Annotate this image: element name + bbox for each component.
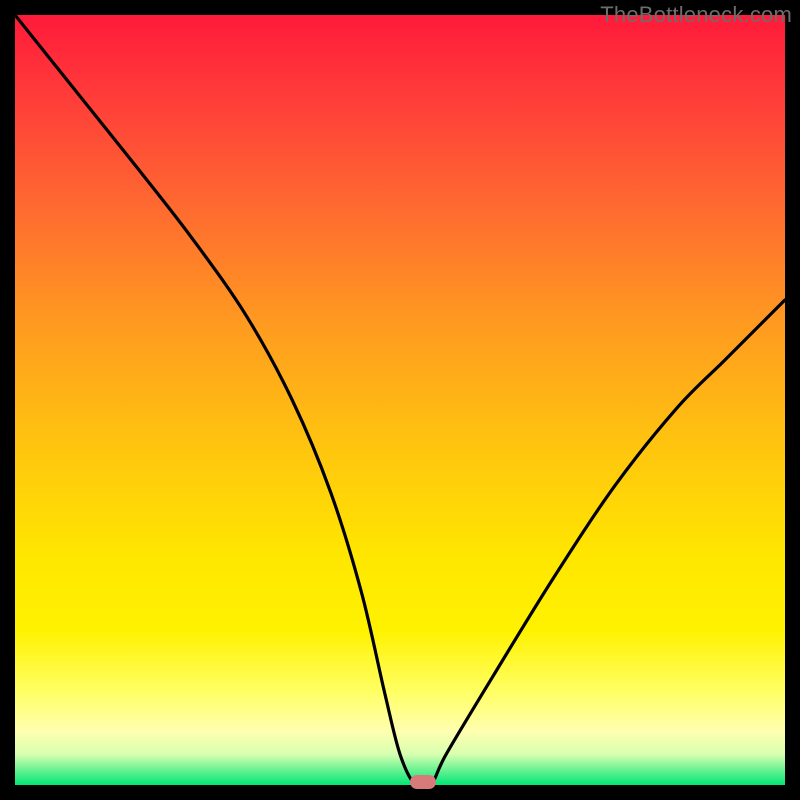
bottleneck-curve [15,15,785,785]
watermark-text: TheBottleneck.com [600,2,792,28]
optimal-point-marker [410,775,436,789]
chart-container: TheBottleneck.com [0,0,800,800]
plot-area [15,15,785,785]
curve-svg [15,15,785,785]
